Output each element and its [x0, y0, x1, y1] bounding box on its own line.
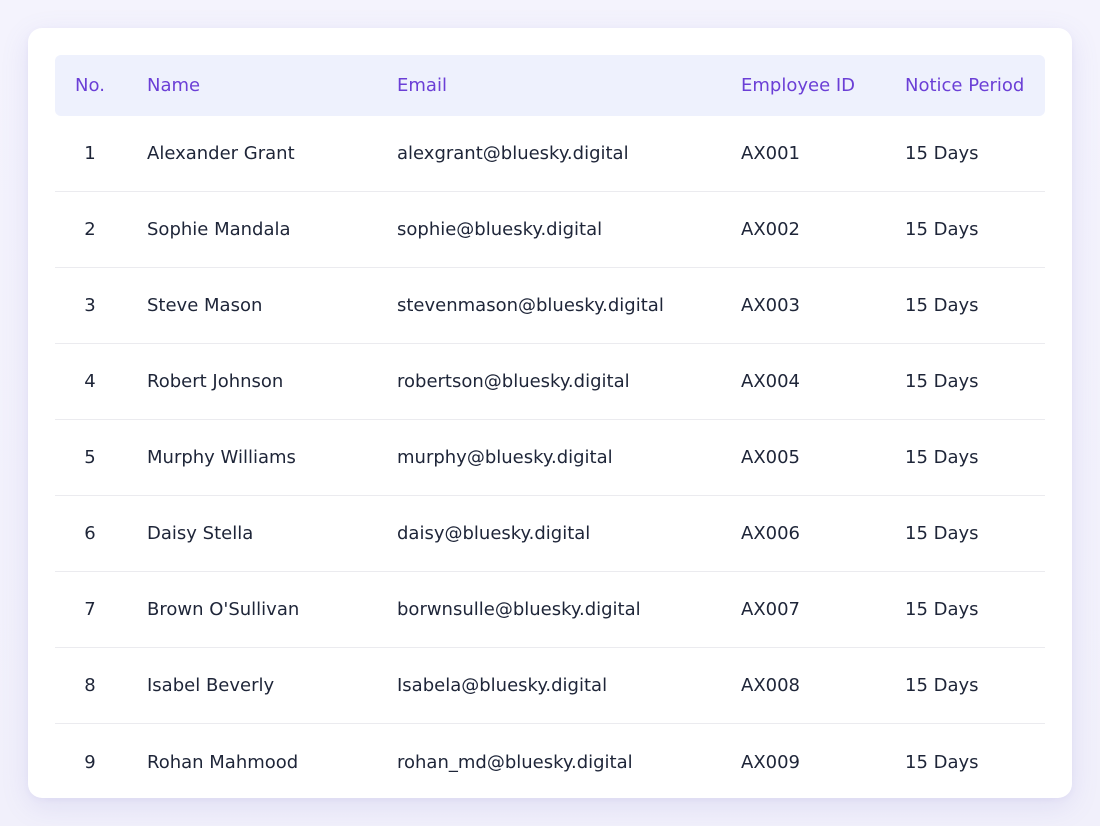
table-row[interactable]: 6 Daisy Stella daisy@bluesky.digital AX0…: [55, 496, 1045, 572]
table-row[interactable]: 1 Alexander Grant alexgrant@bluesky.digi…: [55, 116, 1045, 192]
table-header-row: No. Name Email Employee ID Notice Period: [55, 55, 1045, 116]
cell-name: Steve Mason: [147, 295, 263, 316]
cell-no: 9: [84, 751, 96, 773]
employee-table: No. Name Email Employee ID Notice Period…: [55, 55, 1045, 798]
table-row[interactable]: 4 Robert Johnson robertson@bluesky.digit…: [55, 344, 1045, 420]
column-header-employee-id[interactable]: Employee ID: [741, 55, 855, 116]
cell-no: 3: [84, 295, 96, 316]
cell-no: 5: [84, 447, 96, 468]
cell-name: Rohan Mahmood: [147, 751, 299, 773]
cell-employee-id: AX004: [741, 371, 801, 392]
cell-email: daisy@bluesky.digital: [397, 523, 591, 544]
cell-name: Alexander Grant: [147, 143, 295, 164]
cell-name: Sophie Mandala: [147, 219, 291, 240]
cell-no: 7: [84, 599, 96, 620]
table-row[interactable]: 3 Steve Mason stevenmason@bluesky.digita…: [55, 268, 1045, 344]
cell-employee-id: AX001: [741, 143, 801, 164]
cell-email: alexgrant@bluesky.digital: [397, 143, 629, 164]
table-row[interactable]: 2 Sophie Mandala sophie@bluesky.digital …: [55, 192, 1045, 268]
cell-employee-id: AX009: [741, 751, 801, 773]
cell-name: Daisy Stella: [147, 523, 254, 544]
cell-name: Isabel Beverly: [147, 675, 275, 696]
cell-name: Murphy Williams: [147, 447, 296, 468]
cell-notice-period: 15 Days: [905, 371, 979, 392]
cell-notice-period: 15 Days: [905, 295, 979, 316]
cell-no: 8: [84, 675, 96, 696]
table-row[interactable]: 5 Murphy Williams murphy@bluesky.digital…: [55, 420, 1045, 496]
cell-notice-period: 15 Days: [905, 523, 979, 544]
cell-email: robertson@bluesky.digital: [397, 371, 630, 392]
cell-name: Brown O'Sullivan: [147, 599, 300, 620]
column-header-name[interactable]: Name: [147, 55, 200, 116]
table-row[interactable]: 7 Brown O'Sullivan borwnsulle@bluesky.di…: [55, 572, 1045, 648]
cell-email: stevenmason@bluesky.digital: [397, 295, 664, 316]
cell-email: borwnsulle@bluesky.digital: [397, 599, 641, 620]
table-row[interactable]: 9 Rohan Mahmood rohan_md@bluesky.digital…: [55, 724, 1045, 798]
cell-no: 6: [84, 523, 96, 544]
cell-notice-period: 15 Days: [905, 675, 979, 696]
cell-employee-id: AX005: [741, 447, 801, 468]
cell-email: Isabela@bluesky.digital: [397, 675, 608, 696]
cell-no: 4: [84, 371, 96, 392]
cell-name: Robert Johnson: [147, 371, 284, 392]
cell-no: 1: [84, 143, 96, 164]
cell-email: murphy@bluesky.digital: [397, 447, 613, 468]
column-header-no[interactable]: No.: [55, 55, 125, 116]
cell-email: rohan_md@bluesky.digital: [397, 751, 633, 773]
cell-employee-id: AX003: [741, 295, 801, 316]
cell-notice-period: 15 Days: [905, 219, 979, 240]
cell-employee-id: AX008: [741, 675, 801, 696]
cell-employee-id: AX002: [741, 219, 801, 240]
cell-employee-id: AX006: [741, 523, 801, 544]
cell-no: 2: [84, 219, 96, 240]
cell-notice-period: 15 Days: [905, 447, 979, 468]
cell-notice-period: 15 Days: [905, 599, 979, 620]
cell-employee-id: AX007: [741, 599, 801, 620]
cell-notice-period: 15 Days: [905, 143, 979, 164]
column-header-notice-period[interactable]: Notice Period: [905, 55, 1024, 116]
cell-email: sophie@bluesky.digital: [397, 219, 603, 240]
employee-table-card: No. Name Email Employee ID Notice Period…: [28, 28, 1072, 798]
column-header-email[interactable]: Email: [397, 55, 447, 116]
cell-notice-period: 15 Days: [905, 751, 979, 773]
table-row[interactable]: 8 Isabel Beverly Isabela@bluesky.digital…: [55, 648, 1045, 724]
